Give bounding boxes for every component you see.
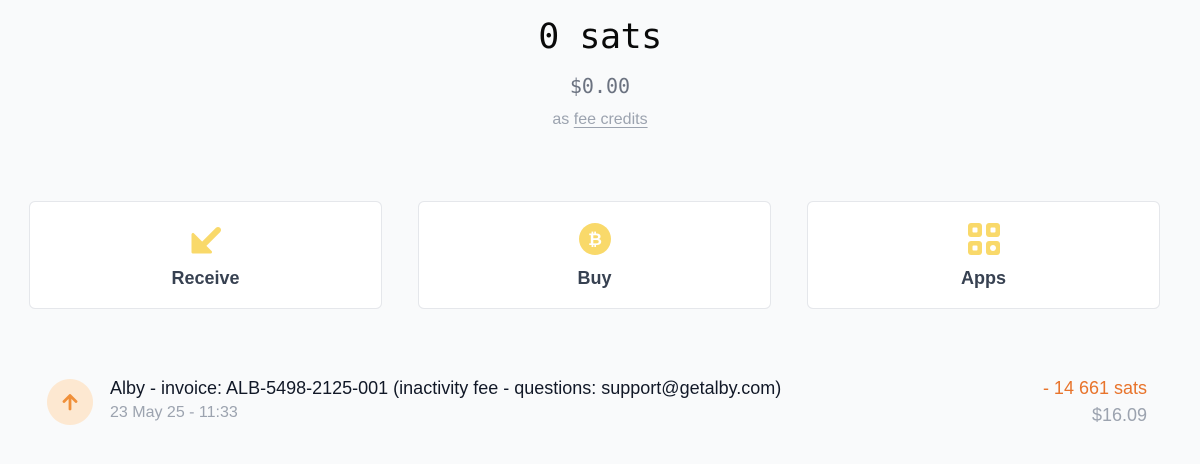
wallet-page: 0 sats $0.00 as fee credits Receive ₿ Bu… xyxy=(0,0,1200,464)
balance-amount: 0 sats xyxy=(538,17,662,57)
balance-note: as fee credits xyxy=(0,110,1200,130)
svg-text:₿: ₿ xyxy=(588,230,602,250)
bitcoin-icon: ₿ xyxy=(578,222,612,256)
transaction-row[interactable]: Alby - invoice: ALB-5498-2125-001 (inact… xyxy=(47,372,1147,428)
arrow-up-icon xyxy=(47,379,93,425)
receive-label: Receive xyxy=(171,268,240,288)
balance-fiat: $0.00 xyxy=(569,74,631,98)
apps-label: Apps xyxy=(961,268,1006,288)
transaction-title: Alby - invoice: ALB-5498-2125-001 (inact… xyxy=(110,378,782,398)
balance-note-prefix: as xyxy=(552,111,570,128)
balance-section: 0 sats $0.00 as fee credits xyxy=(0,14,1200,130)
transaction-date: 23 May 25 - 11:33 xyxy=(110,404,238,421)
fee-credits-link[interactable]: fee credits xyxy=(574,111,648,128)
buy-button[interactable]: ₿ Buy xyxy=(418,201,771,309)
transaction-amount: - 14 661 sats xyxy=(1042,378,1147,398)
action-cards: Receive ₿ Buy Apps xyxy=(29,201,1165,309)
arrow-down-left-icon xyxy=(189,222,223,256)
receive-button[interactable]: Receive xyxy=(29,201,382,309)
buy-label: Buy xyxy=(577,268,612,288)
apps-button[interactable]: Apps xyxy=(807,201,1160,309)
apps-grid-icon xyxy=(967,222,1001,256)
transaction-fiat: $16.09 xyxy=(1091,405,1147,425)
